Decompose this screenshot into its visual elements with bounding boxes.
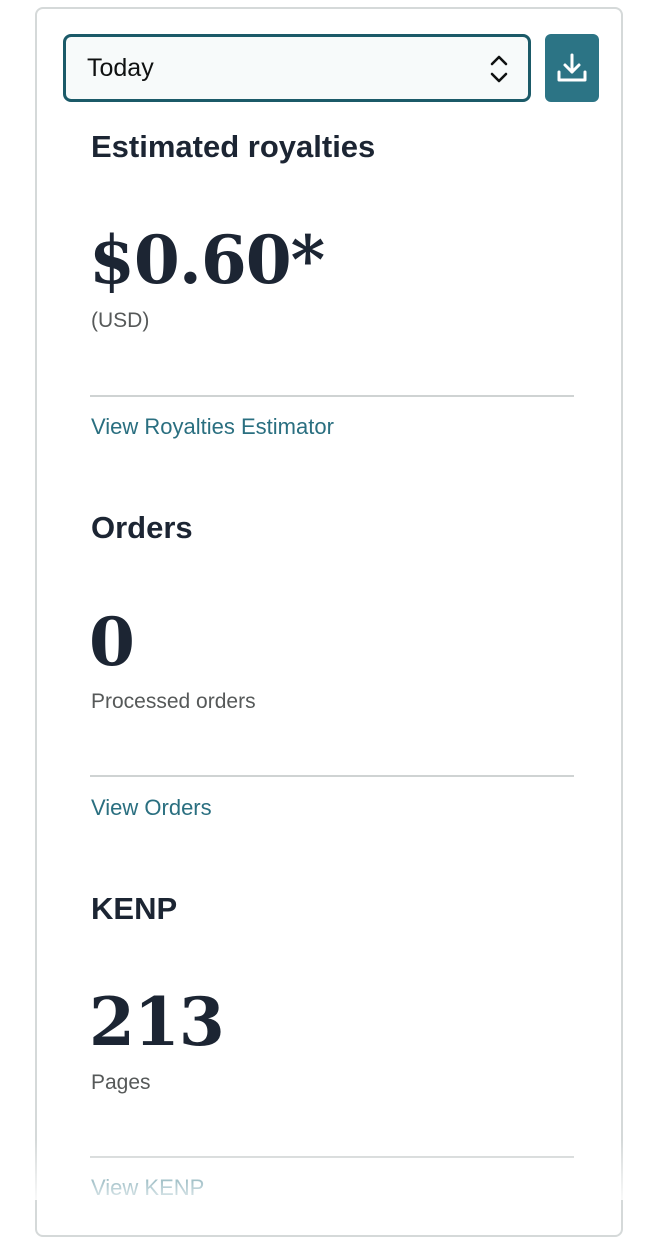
view-royalties-estimator-link[interactable]: View Royalties Estimator (91, 414, 334, 440)
chevron-up-down-icon (488, 53, 510, 85)
report-summary-card: Today Estimated royalties $0.60* (USD) V… (35, 7, 623, 1237)
view-orders-link[interactable]: View Orders (91, 795, 212, 821)
divider (90, 1156, 574, 1158)
kenp-title: KENP (91, 891, 177, 927)
divider (90, 775, 574, 777)
kenp-value: 213 (89, 983, 224, 1061)
view-kenp-link[interactable]: View KENP (91, 1175, 204, 1201)
royalties-title: Estimated royalties (91, 129, 375, 165)
orders-title: Orders (91, 510, 193, 546)
download-button[interactable] (545, 34, 599, 102)
orders-value: 0 (89, 603, 134, 681)
royalties-value: $0.60* (89, 221, 324, 299)
date-range-select[interactable]: Today (63, 34, 531, 102)
download-icon (555, 51, 589, 85)
orders-caption: Processed orders (91, 690, 256, 714)
divider (90, 395, 574, 397)
date-range-value: Today (87, 54, 154, 83)
royalties-currency: (USD) (91, 309, 149, 333)
kenp-caption: Pages (91, 1071, 151, 1095)
